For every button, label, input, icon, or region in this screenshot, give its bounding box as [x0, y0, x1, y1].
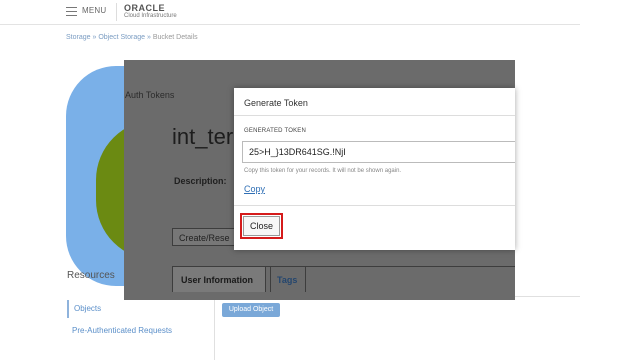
generated-token-field[interactable]: 25>H_}13DR641SG.!NjI — [242, 141, 515, 163]
tab-user-information[interactable]: User Information — [172, 266, 266, 292]
create-reset-button[interactable]: Create/Rese — [172, 228, 242, 246]
breadcrumb-current: Bucket Details — [152, 34, 198, 41]
nav-objects[interactable]: Objects — [67, 300, 209, 318]
user-name-heading: int_ter — [172, 124, 234, 149]
breadcrumb: Storage » Object Storage » Bucket Detail… — [66, 34, 198, 41]
auth-tokens-title: Auth Tokens — [125, 90, 175, 100]
top-bar: MENU ORACLE Cloud Infrastructure — [0, 0, 580, 25]
resources-heading: Resources — [67, 270, 115, 281]
generate-token-dialog: Generate Token GENERATED TOKEN 25>H_}13D… — [234, 88, 515, 250]
copy-token-help-text: Copy this token for your records. It wil… — [244, 168, 402, 174]
oracle-logo-subtitle: Cloud Infrastructure — [124, 13, 177, 19]
nav-pre-authenticated-requests[interactable]: Pre-Authenticated Requests — [72, 326, 172, 335]
description-label: Description: — [174, 176, 227, 186]
hamburger-menu-icon[interactable] — [66, 7, 77, 16]
tab-tags[interactable]: Tags — [270, 266, 306, 292]
dialog-title: Generate Token — [244, 98, 308, 108]
oracle-logo[interactable]: ORACLE — [124, 3, 165, 13]
page-right-margin — [580, 0, 640, 360]
upload-object-button[interactable]: Upload Object — [222, 303, 280, 317]
close-button[interactable]: Close — [243, 216, 280, 236]
breadcrumb-storage[interactable]: Storage — [66, 34, 91, 41]
menu-label[interactable]: MENU — [82, 6, 106, 15]
dialog-footer-divider — [234, 205, 515, 206]
copy-link[interactable]: Copy — [244, 184, 265, 194]
dialog-divider — [234, 115, 515, 116]
breadcrumb-object-storage[interactable]: Object Storage — [98, 34, 145, 41]
nav-objects-label: Objects — [74, 304, 102, 313]
breadcrumb-separator: » — [145, 34, 153, 41]
generated-token-label: GENERATED TOKEN — [244, 128, 307, 134]
header-divider — [116, 3, 117, 21]
